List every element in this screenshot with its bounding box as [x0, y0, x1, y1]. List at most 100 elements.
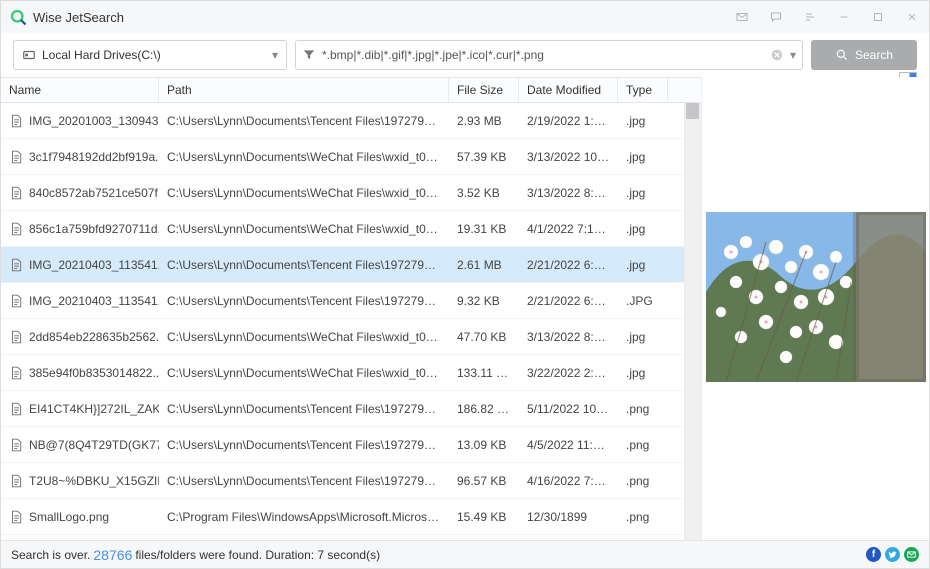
cell-type: .png [618, 510, 668, 524]
file-name: 856c1a759bfd9270711d... [29, 222, 159, 236]
file-name: IMG_20210403_113541... [29, 294, 159, 308]
table-row[interactable]: SmallLogo.pngC:\Program Files\WindowsApp… [1, 499, 701, 535]
cell-name: 856c1a759bfd9270711d... [1, 222, 159, 236]
table-row[interactable]: T2U8~%DBKU_X15GZIP...C:\Users\Lynn\Docum… [1, 463, 701, 499]
cell-path: C:\Users\Lynn\Documents\WeChat Files\wxi… [159, 150, 449, 164]
file-icon [9, 150, 23, 164]
cell-size: 133.11 KB [449, 366, 519, 380]
cell-date: 5/11/2022 10:17... [519, 402, 618, 416]
search-toolbar: Local Hard Drives(C:\) ▾ *.bmp|*.dib|*.g… [1, 33, 929, 77]
file-name: 385e94f0b8353014822... [29, 366, 159, 380]
titlebar: Wise JetSearch [1, 1, 929, 33]
table-row[interactable]: NB@7(8Q4T29TD(GK77...C:\Users\Lynn\Docum… [1, 427, 701, 463]
facebook-icon[interactable]: f [866, 547, 881, 562]
column-header-size[interactable]: File Size [449, 78, 519, 102]
drive-icon [22, 48, 36, 62]
cell-size: 186.82 KB [449, 402, 519, 416]
cell-size: 13.09 KB [449, 438, 519, 452]
file-name: EI41CT4KH}]272IL_ZAK... [29, 402, 159, 416]
cell-type: .JPG [618, 294, 668, 308]
maximize-button[interactable] [861, 1, 895, 33]
filter-dropdown-icon[interactable]: ▾ [790, 48, 796, 62]
file-icon [9, 222, 23, 236]
cell-size: 2.93 MB [449, 114, 519, 128]
statusbar: Search is over. 28766 files/folders were… [1, 540, 929, 568]
clear-filter-icon[interactable] [770, 48, 784, 62]
table-row[interactable]: IMG_20201003_130943...C:\Users\Lynn\Docu… [1, 103, 701, 139]
preview-pane [701, 77, 929, 540]
file-icon [9, 474, 23, 488]
cell-name: 2dd854eb228635b2562... [1, 330, 159, 344]
cell-type: .jpg [618, 366, 668, 380]
cell-path: C:\Users\Lynn\Documents\Tencent Files\19… [159, 402, 449, 416]
table-row[interactable]: 3c1f7948192dd2bf919a...C:\Users\Lynn\Doc… [1, 139, 701, 175]
cell-name: T2U8~%DBKU_X15GZIP... [1, 474, 159, 488]
search-button-label: Search [855, 48, 893, 62]
cell-name: 840c8572ab7521ce507f... [1, 186, 159, 200]
cell-date: 3/13/2022 8:19:... [519, 330, 618, 344]
cell-name: 385e94f0b8353014822... [1, 366, 159, 380]
search-icon [835, 48, 849, 62]
status-message-b: files/folders were found. Duration: 7 se… [135, 548, 380, 562]
social-links: f [866, 547, 919, 562]
column-header-path[interactable]: Path [159, 78, 449, 102]
cell-type: .jpg [618, 186, 668, 200]
vertical-scrollbar[interactable] [684, 103, 701, 540]
file-name: 2dd854eb228635b2562... [29, 330, 159, 344]
column-header-name[interactable]: Name [1, 78, 159, 102]
settings-menu-icon[interactable] [793, 1, 827, 33]
cell-date: 3/13/2022 8:19:... [519, 186, 618, 200]
file-name: 840c8572ab7521ce507f... [29, 186, 159, 200]
cell-path: C:\Program Files\WindowsApps\Microsoft.M… [159, 510, 449, 524]
file-icon [9, 330, 23, 344]
table-row[interactable]: EI41CT4KH}]272IL_ZAK...C:\Users\Lynn\Doc… [1, 391, 701, 427]
result-count: 28766 [90, 547, 135, 563]
app-title: Wise JetSearch [33, 10, 124, 25]
cell-name: SmallLogo.png [1, 510, 159, 524]
file-icon [9, 366, 23, 380]
column-header-date[interactable]: Date Modified [519, 78, 618, 102]
cell-date: 3/22/2022 2:56:... [519, 366, 618, 380]
status-message-a: Search is over. [11, 548, 90, 562]
cell-path: C:\Users\Lynn\Documents\Tencent Files\19… [159, 114, 449, 128]
twitter-icon[interactable] [885, 547, 900, 562]
scrollbar-thumb[interactable] [686, 103, 699, 119]
file-icon [9, 186, 23, 200]
cell-name: 3c1f7948192dd2bf919a... [1, 150, 159, 164]
filter-input[interactable]: *.bmp|*.dib|*.gif|*.jpg|*.jpe|*.ico|*.cu… [295, 40, 803, 70]
cell-date: 4/16/2022 7:50:... [519, 474, 618, 488]
cell-type: .png [618, 438, 668, 452]
cell-name: NB@7(8Q4T29TD(GK77... [1, 438, 159, 452]
cell-path: C:\Users\Lynn\Documents\Tencent Files\19… [159, 438, 449, 452]
file-name: T2U8~%DBKU_X15GZIP... [29, 474, 159, 488]
table-row[interactable]: IMG_20210403_113541...C:\Users\Lynn\Docu… [1, 283, 701, 319]
mail-icon[interactable] [725, 1, 759, 33]
table-row[interactable]: 840c8572ab7521ce507f...C:\Users\Lynn\Doc… [1, 175, 701, 211]
column-header-type[interactable]: Type [618, 78, 668, 102]
cell-type: .jpg [618, 258, 668, 272]
drive-selector[interactable]: Local Hard Drives(C:\) ▾ [13, 40, 287, 70]
file-name: NB@7(8Q4T29TD(GK77... [29, 438, 159, 452]
cell-name: IMG_20210403_113541... [1, 258, 159, 272]
cell-name: IMG_20201003_130943... [1, 114, 159, 128]
mail-share-icon[interactable] [904, 547, 919, 562]
table-row[interactable]: 385e94f0b8353014822...C:\Users\Lynn\Docu… [1, 355, 701, 391]
cell-path: C:\Users\Lynn\Documents\Tencent Files\19… [159, 258, 449, 272]
feedback-icon[interactable] [759, 1, 793, 33]
minimize-button[interactable] [827, 1, 861, 33]
table-row[interactable]: IMG_20210403_113541...C:\Users\Lynn\Docu… [1, 247, 701, 283]
search-button[interactable]: Search [811, 40, 917, 70]
cell-type: .jpg [618, 114, 668, 128]
cell-size: 15.49 KB [449, 510, 519, 524]
table-body: IMG_20201003_130943...C:\Users\Lynn\Docu… [1, 103, 701, 540]
cell-type: .jpg [618, 330, 668, 344]
file-name: IMG_20210403_113541... [29, 258, 159, 272]
table-row[interactable]: 2dd854eb228635b2562...C:\Users\Lynn\Docu… [1, 319, 701, 355]
file-icon [9, 438, 23, 452]
cell-type: .png [618, 402, 668, 416]
close-button[interactable] [895, 1, 929, 33]
table-row[interactable]: 856c1a759bfd9270711d...C:\Users\Lynn\Doc… [1, 211, 701, 247]
file-icon [9, 114, 23, 128]
cell-path: C:\Users\Lynn\Documents\Tencent Files\19… [159, 294, 449, 308]
dropdown-triangle-icon: ▾ [272, 48, 278, 62]
